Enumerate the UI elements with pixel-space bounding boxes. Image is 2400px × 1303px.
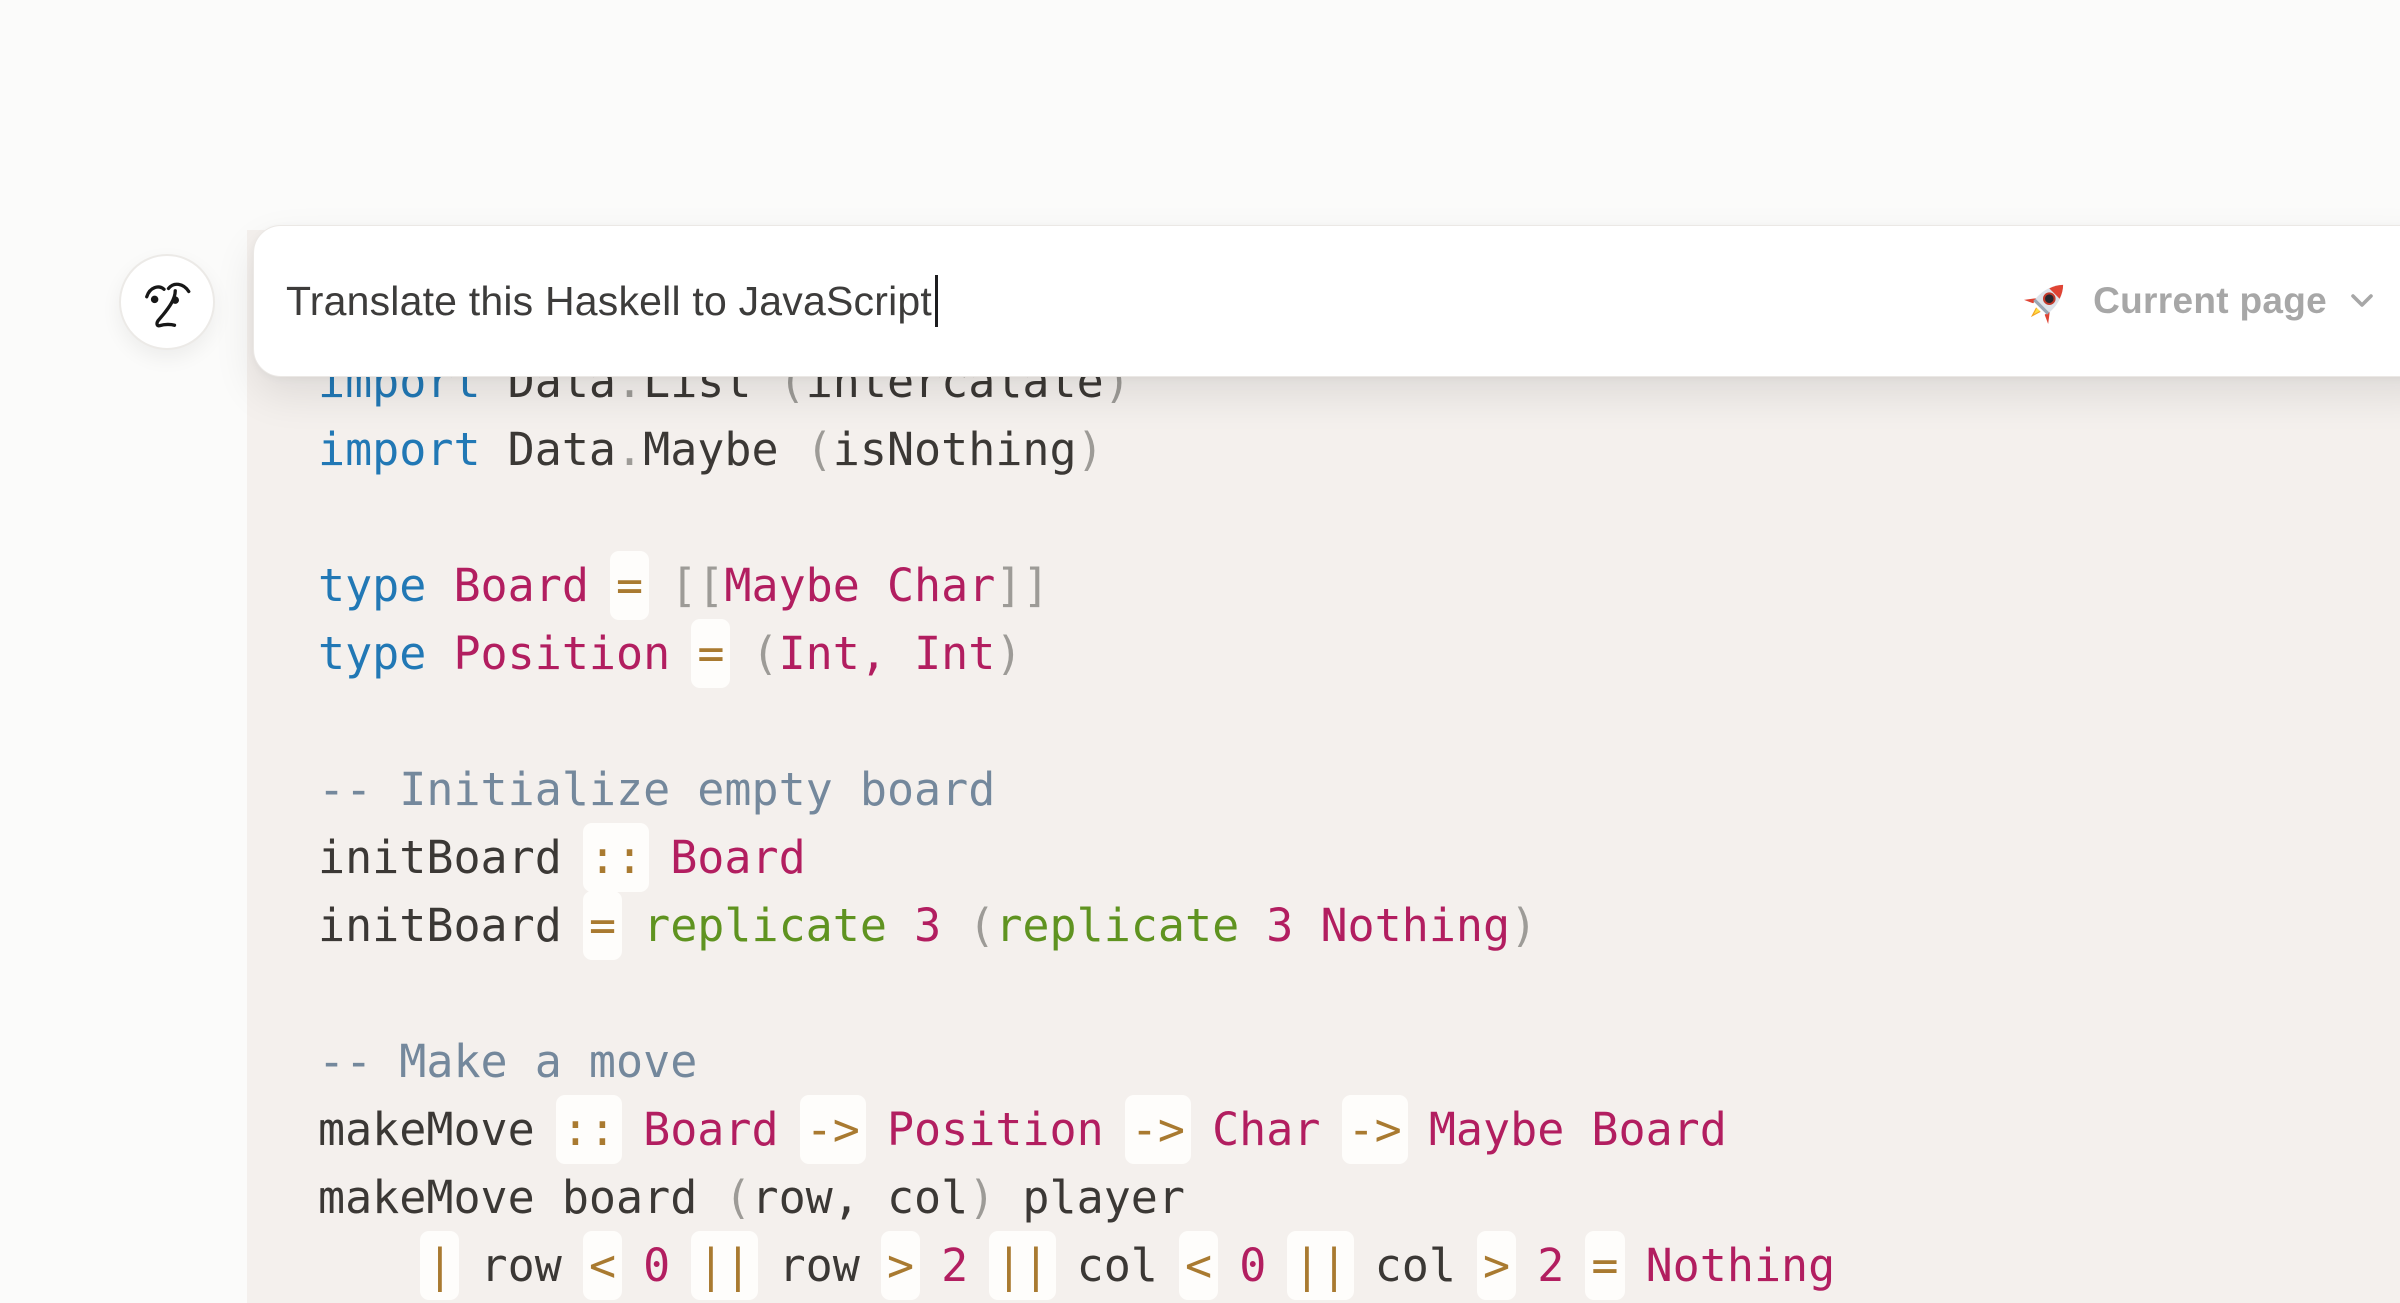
ai-prompt-input[interactable]: Translate this Haskell to JavaScript (286, 275, 2021, 327)
ai-face-icon (131, 266, 203, 338)
code-line: | row < 0 || row > 2 || col < 0 || col >… (318, 1232, 1835, 1300)
ai-assistant-avatar (119, 254, 215, 350)
context-selector-button[interactable]: Current page (2021, 275, 2377, 327)
page-background: { "palette": { "kw": "#2178b5", "con": "… (0, 0, 2400, 1303)
text-caret (935, 275, 938, 327)
code-line (318, 960, 1835, 1028)
code-line: import Data.Maybe (isNothing) (318, 416, 1835, 484)
context-selector-label: Current page (2093, 280, 2327, 322)
rocket-icon (2021, 275, 2073, 327)
code-block[interactable]: import Data.List (intercalate)import Dat… (318, 348, 1835, 1300)
code-line: type Position = (Int, Int) (318, 620, 1835, 688)
code-line: -- Make a move (318, 1028, 1835, 1096)
ai-prompt-bar: Translate this Haskell to JavaScript Cur… (253, 225, 2400, 377)
code-line (318, 688, 1835, 756)
code-line (318, 484, 1835, 552)
code-line: type Board = [[Maybe Char]] (318, 552, 1835, 620)
code-line: initBoard :: Board (318, 824, 1835, 892)
ai-prompt-input-text: Translate this Haskell to JavaScript (286, 278, 932, 325)
code-line: -- Initialize empty board (318, 756, 1835, 824)
code-line: initBoard = replicate 3 (replicate 3 Not… (318, 892, 1835, 960)
chevron-down-icon (2347, 291, 2377, 311)
code-line: makeMove :: Board -> Position -> Char ->… (318, 1096, 1835, 1164)
code-line: makeMove board (row, col) player (318, 1164, 1835, 1232)
